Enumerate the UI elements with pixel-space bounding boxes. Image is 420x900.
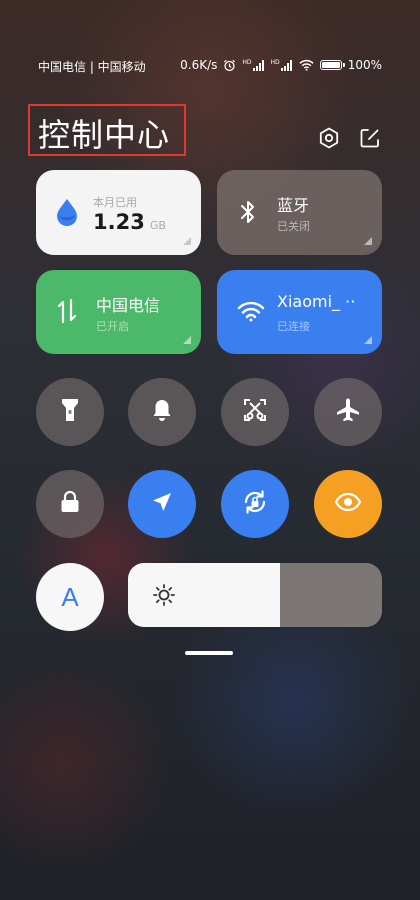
- data-usage-tile[interactable]: 本月已用 1.23 GB: [36, 170, 201, 255]
- auto-brightness-toggle[interactable]: A: [36, 563, 104, 631]
- edit-icon[interactable]: [358, 126, 382, 150]
- airplane-toggle[interactable]: [314, 378, 382, 446]
- bell-icon: [151, 398, 173, 426]
- network-speed: 0.6K/s: [180, 58, 218, 72]
- wifi-tile[interactable]: Xiaomi_ ·· 已连接: [217, 270, 382, 354]
- location-arrow-icon: [150, 490, 174, 518]
- settings-icon[interactable]: [317, 126, 341, 150]
- sun-icon: [152, 583, 176, 611]
- data-arrows-icon: [56, 298, 78, 328]
- battery-value: 100: [347, 58, 371, 72]
- signal-sim1-icon: HD: [242, 58, 264, 71]
- lock-toggle[interactable]: [36, 470, 104, 538]
- status-bar: 中国电信 | 中国移动 0.6K/s HD HD 100%: [0, 56, 420, 76]
- lock-icon: [59, 490, 81, 518]
- page-title: 控制中心: [38, 116, 171, 154]
- wifi-network-name: Xiaomi_ ··: [277, 292, 356, 311]
- ringer-toggle[interactable]: [128, 378, 196, 446]
- mobile-data-status: 已开启: [96, 320, 129, 333]
- location-toggle[interactable]: [128, 470, 196, 538]
- battery-percent: 100%: [347, 58, 382, 72]
- water-drop-icon: [54, 197, 80, 231]
- wifi-icon: [237, 300, 265, 326]
- carrier-names: 中国电信 | 中国移动: [38, 60, 146, 74]
- rotation-lock-toggle[interactable]: [221, 470, 289, 538]
- data-usage-value: 1.23: [93, 210, 145, 234]
- mobile-data-tile[interactable]: 中国电信 已开启: [36, 270, 201, 354]
- alarm-icon: [223, 59, 236, 72]
- collapse-handle[interactable]: [185, 651, 233, 655]
- tile-corner-indicator: [183, 336, 191, 344]
- auto-brightness-label: A: [61, 581, 79, 612]
- wifi-status: 已连接: [277, 320, 310, 333]
- signal-sim2-icon: HD: [270, 58, 293, 71]
- bluetooth-label: 蓝牙: [277, 196, 310, 215]
- data-usage-label: 本月已用: [93, 196, 137, 209]
- status-icons: 0.6K/s HD HD 100%: [180, 58, 382, 72]
- sim2-hd-label: HD: [270, 58, 280, 66]
- brightness-slider[interactable]: [128, 563, 382, 627]
- data-usage-unit: GB: [149, 219, 166, 232]
- tile-corner-indicator: [364, 237, 372, 245]
- airplane-icon: [335, 397, 361, 427]
- bluetooth-icon: [239, 198, 257, 230]
- flashlight-toggle[interactable]: [36, 378, 104, 446]
- flashlight-icon: [60, 397, 80, 427]
- reading-mode-toggle[interactable]: [314, 470, 382, 538]
- battery-icon: [319, 60, 345, 70]
- wifi-status-icon: [299, 59, 314, 71]
- bluetooth-status: 已关闭: [277, 220, 310, 233]
- mobile-data-label: 中国电信: [96, 296, 161, 315]
- tile-corner-indicator: [364, 336, 372, 344]
- screenshot-scissors-icon: [242, 397, 268, 427]
- sim1-hd-label: HD: [242, 58, 252, 66]
- bluetooth-tile[interactable]: 蓝牙 已关闭: [217, 170, 382, 255]
- data-usage-value-group: 1.23 GB: [93, 210, 166, 234]
- rotation-lock-icon: [240, 487, 270, 521]
- eye-icon: [334, 492, 362, 516]
- tile-corner-indicator: [183, 237, 191, 245]
- screenshot-toggle[interactable]: [221, 378, 289, 446]
- brightness-level-fill: [128, 563, 281, 627]
